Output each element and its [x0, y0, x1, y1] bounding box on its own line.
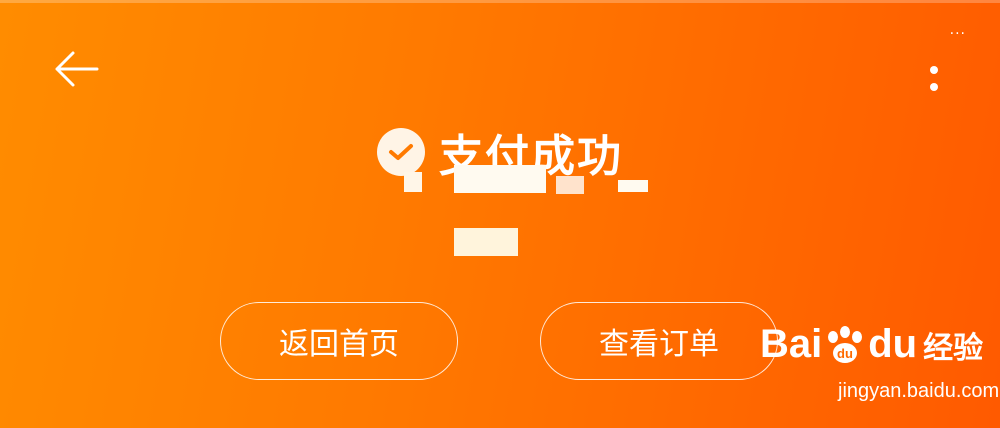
- arrow-left-icon: [55, 51, 99, 87]
- watermark-brand-part2: du: [868, 322, 918, 366]
- more-vertical-icon: [930, 82, 938, 91]
- redaction-block: [404, 172, 422, 192]
- payment-success-screen: ··· 支付成功 返回首页 查看订单 Bai du du 经验 jingyan.…: [0, 0, 1000, 428]
- return-home-button[interactable]: 返回首页: [220, 302, 458, 380]
- more-vertical-icon: [930, 65, 938, 74]
- back-button[interactable]: [50, 48, 102, 90]
- redaction-block: [454, 228, 518, 256]
- redaction-block: [618, 180, 648, 192]
- svg-text:du: du: [837, 346, 853, 361]
- watermark-brand-cn: 经验: [923, 330, 984, 366]
- more-options-button[interactable]: [922, 60, 946, 96]
- redaction-block: [556, 176, 584, 194]
- top-divider: [0, 0, 1000, 3]
- baidu-jingyan-watermark: Bai du du 经验 jingyan.baidu.com: [760, 318, 999, 408]
- paw-icon: du: [828, 325, 863, 363]
- watermark-brand-part1: Bai: [760, 322, 823, 366]
- status-bar-dots: ···: [949, 26, 966, 42]
- redaction-block: [454, 165, 546, 193]
- watermark-brand: Bai du du 经验: [760, 322, 983, 367]
- watermark-url: jingyan.baidu.com: [838, 380, 1000, 402]
- check-circle-icon: [377, 128, 425, 176]
- view-order-button[interactable]: 查看订单: [540, 302, 778, 380]
